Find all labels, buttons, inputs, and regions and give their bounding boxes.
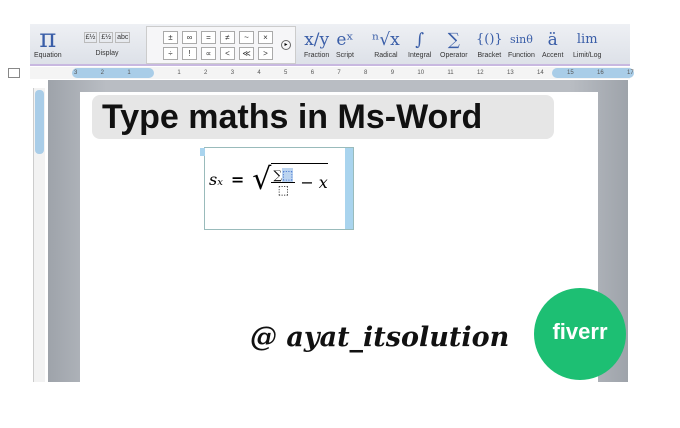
equation-ribbon: π Equation £½ £½ abc Display ± ∞ = ≠ ~ ×… xyxy=(30,24,630,66)
bracket-label: Bracket xyxy=(477,52,502,59)
denominator-placeholder[interactable]: ⬚ xyxy=(278,183,289,197)
operator-button[interactable]: ∑ Operator xyxy=(440,28,468,59)
horizontal-ruler[interactable]: 3 2 1 1 2 3 4 5 6 7 8 9 10 11 12 13 14 15 16 17 xyxy=(8,67,634,79)
operator-label: Operator xyxy=(440,52,468,59)
ruler-tick-label: 16 xyxy=(597,70,604,76)
ruler-tick-label: 1 xyxy=(127,70,131,76)
radical-sign: √ xyxy=(252,162,272,197)
vertical-ruler[interactable] xyxy=(33,88,45,382)
fraction-label: Fraction xyxy=(304,52,330,59)
ruler-tick-label: 9 xyxy=(390,70,395,76)
ruler-tick-label: 4 xyxy=(257,70,261,76)
script-button[interactable]: eˣ Script xyxy=(336,28,354,59)
equals-sign: = xyxy=(230,170,245,189)
fraction-button[interactable]: x/y Fraction xyxy=(304,28,329,59)
radical-icon: ⁿ√x xyxy=(372,30,400,50)
fraction-icon: x/y xyxy=(304,30,330,50)
ruler-tick-label: 8 xyxy=(364,70,368,76)
bracket-button[interactable]: {()} Bracket xyxy=(476,28,503,59)
sum-symbol: ∑ xyxy=(273,167,282,182)
equation-label: Equation xyxy=(34,52,62,59)
numerator-placeholder[interactable]: ⬚ xyxy=(282,167,294,182)
ruler-tick-label: 10 xyxy=(417,70,425,76)
symbol-button[interactable]: ! xyxy=(182,47,197,60)
display-linear-button[interactable]: £½ xyxy=(99,32,114,43)
symbol-button[interactable]: ≪ xyxy=(239,47,254,60)
limit-log-button[interactable]: lim Limit/Log xyxy=(573,28,601,59)
integral-button[interactable]: ∫ Integral xyxy=(408,28,431,59)
function-icon: sinθ xyxy=(509,33,533,46)
script-icon: eˣ xyxy=(336,30,354,50)
function-label: Function xyxy=(508,52,535,59)
ruler-tick-label: 1 xyxy=(177,70,181,76)
ruler-tick-label: 2 xyxy=(100,70,105,76)
display-group: £½ £½ abc Display xyxy=(78,26,136,57)
limit-log-label: Limit/Log xyxy=(573,52,602,59)
symbol-button[interactable]: > xyxy=(258,47,273,60)
equation-options-handle[interactable] xyxy=(345,148,353,229)
integral-label: Integral xyxy=(408,52,432,59)
ruler-tick-label: 3 xyxy=(74,70,78,76)
ruler-tick-label: 5 xyxy=(284,70,288,76)
script-label: Script xyxy=(336,52,354,59)
ruler-tick-label: 15 xyxy=(567,70,574,76)
display-label: Display xyxy=(95,50,119,57)
ruler-tick-label: 3 xyxy=(230,70,235,76)
minus-sign: − xyxy=(300,172,314,192)
symbol-button[interactable]: ≠ xyxy=(220,31,235,44)
equation-handle-icon[interactable] xyxy=(200,148,205,156)
symbol-button[interactable]: ~ xyxy=(239,31,254,44)
ruler-tick-label: 6 xyxy=(310,70,315,76)
bracket-icon: {()} xyxy=(476,32,503,47)
pi-icon: π xyxy=(39,24,57,54)
ruler-margin-top xyxy=(35,90,44,154)
symbol-button[interactable]: ∞ xyxy=(182,31,197,44)
watermark-text: @ ayat_itsolution xyxy=(250,322,510,353)
integral-icon: ∫ xyxy=(415,30,425,50)
ruler-ticks: 3 2 1 1 2 3 4 5 6 7 8 9 10 11 12 13 14 15 16 17 xyxy=(74,67,634,79)
variable-x: x xyxy=(318,172,328,192)
display-text-button[interactable]: abc xyxy=(115,32,131,43)
operator-icon: ∑ xyxy=(447,30,460,50)
ruler-tick-label: 12 xyxy=(476,70,484,76)
symbol-button[interactable]: × xyxy=(258,31,273,44)
accent-button[interactable]: ä Accent xyxy=(542,28,563,59)
equation: sₓ = √ ∑⬚ ⬚ − x xyxy=(209,162,328,197)
ruler-tick-label: 17 xyxy=(627,70,634,76)
accent-icon: ä xyxy=(547,30,558,50)
gallery-more-icon[interactable]: ▸ xyxy=(281,40,291,50)
symbol-button[interactable]: = xyxy=(201,31,216,44)
equation-button[interactable]: π Equation xyxy=(34,26,62,59)
ruler-tick-label: 14 xyxy=(537,70,544,76)
ruler-tick-label: 13 xyxy=(506,70,514,76)
title-banner: Type maths in Ms-Word xyxy=(92,95,554,139)
ruler-tick-label: 11 xyxy=(447,70,454,76)
limit-icon: lim xyxy=(576,32,598,47)
symbol-button[interactable]: ÷ xyxy=(163,47,178,60)
symbol-button[interactable]: ± xyxy=(163,31,178,44)
symbols-gallery: ± ∞ = ≠ ~ × ÷ ! ∝ < ≪ > ▸ xyxy=(146,26,296,64)
radical-label: Radical xyxy=(374,52,398,59)
equation-lhs: sₓ xyxy=(209,170,223,189)
display-professional-button[interactable]: £½ xyxy=(83,32,98,43)
ruler-tick-label: 2 xyxy=(204,70,208,76)
symbol-button[interactable]: < xyxy=(220,47,235,60)
symbol-button[interactable]: ∝ xyxy=(201,47,216,60)
ruler-tick-label: 7 xyxy=(337,70,341,76)
tab-selector-icon[interactable] xyxy=(8,68,20,78)
equation-box[interactable]: sₓ = √ ∑⬚ ⬚ − x xyxy=(200,147,354,230)
function-button[interactable]: sinθ Function xyxy=(508,28,535,59)
radical-button[interactable]: ⁿ√x Radical xyxy=(372,28,400,59)
fiverr-logo: fiverr xyxy=(534,288,626,380)
accent-label: Accent xyxy=(542,52,564,59)
